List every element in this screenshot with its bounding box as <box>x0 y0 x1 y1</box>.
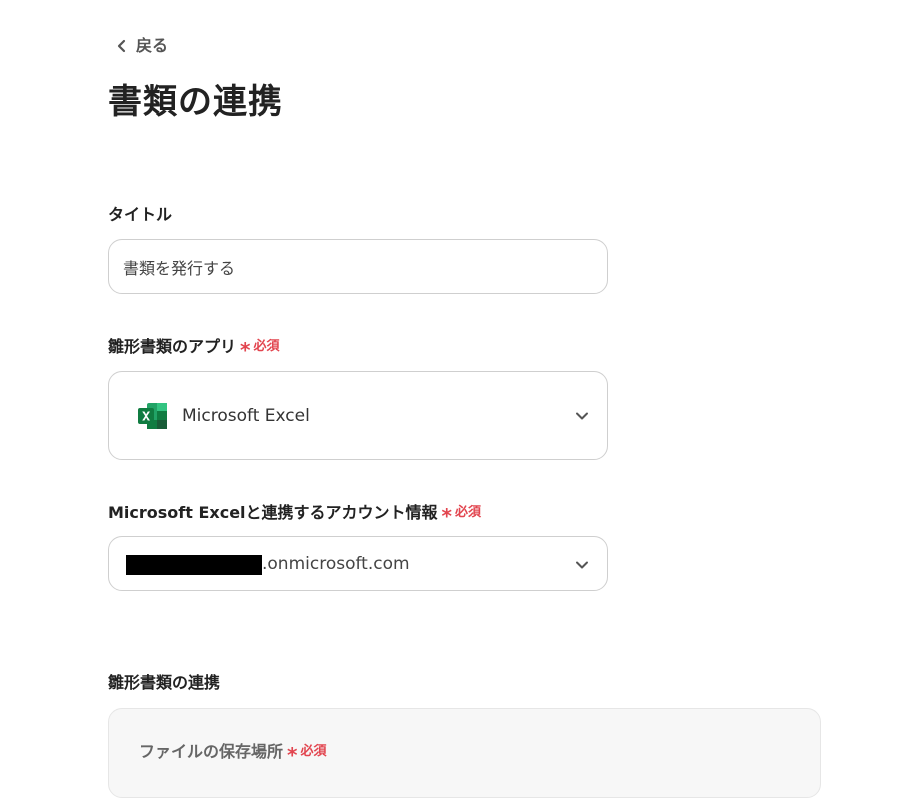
excel-icon <box>138 402 168 430</box>
redacted-account-name <box>126 555 262 575</box>
template-section-heading-text: 雛形書類の連携 <box>108 673 221 692</box>
storage-location-label-text: ファイルの保存場所 <box>139 742 284 761</box>
template-section-heading: 雛形書類の連携 <box>108 671 220 695</box>
required-indicator: * 必須 <box>441 501 482 528</box>
required-asterisk: * <box>441 504 453 528</box>
chevron-down-icon <box>574 557 590 573</box>
account-domain: .onmicrosoft.com <box>262 554 410 574</box>
required-text: 必須 <box>253 339 280 354</box>
required-text: 必須 <box>455 505 482 520</box>
required-indicator: * 必須 <box>287 740 327 767</box>
app-select[interactable]: Microsoft Excel <box>108 371 608 460</box>
storage-location-label: ファイルの保存場所 * 必須 <box>139 740 327 767</box>
required-asterisk: * <box>287 743 298 767</box>
required-indicator: * 必須 <box>240 335 280 362</box>
chevron-left-icon <box>116 39 128 53</box>
required-asterisk: * <box>240 338 251 362</box>
chevron-down-icon <box>574 408 590 424</box>
selected-app-name: Microsoft Excel <box>182 406 310 426</box>
back-link[interactable]: 戻る <box>116 34 168 58</box>
template-section-panel: ファイルの保存場所 * 必須 <box>108 708 821 798</box>
account-field-label-text: Microsoft Excelと連携するアカウント情報 <box>108 503 438 522</box>
back-label: 戻る <box>136 36 169 55</box>
title-field-label-text: タイトル <box>108 205 173 224</box>
title-input[interactable] <box>108 239 608 294</box>
account-select[interactable]: .onmicrosoft.com <box>108 536 608 591</box>
title-field-label: タイトル <box>108 203 172 227</box>
page-title: 書類の連携 <box>108 82 283 122</box>
app-field-label-text: 雛形書類のアプリ <box>108 337 237 356</box>
required-text: 必須 <box>300 744 327 759</box>
app-field-label: 雛形書類のアプリ * 必須 <box>108 335 280 362</box>
account-field-label: Microsoft Excelと連携するアカウント情報 * 必須 <box>108 501 482 528</box>
